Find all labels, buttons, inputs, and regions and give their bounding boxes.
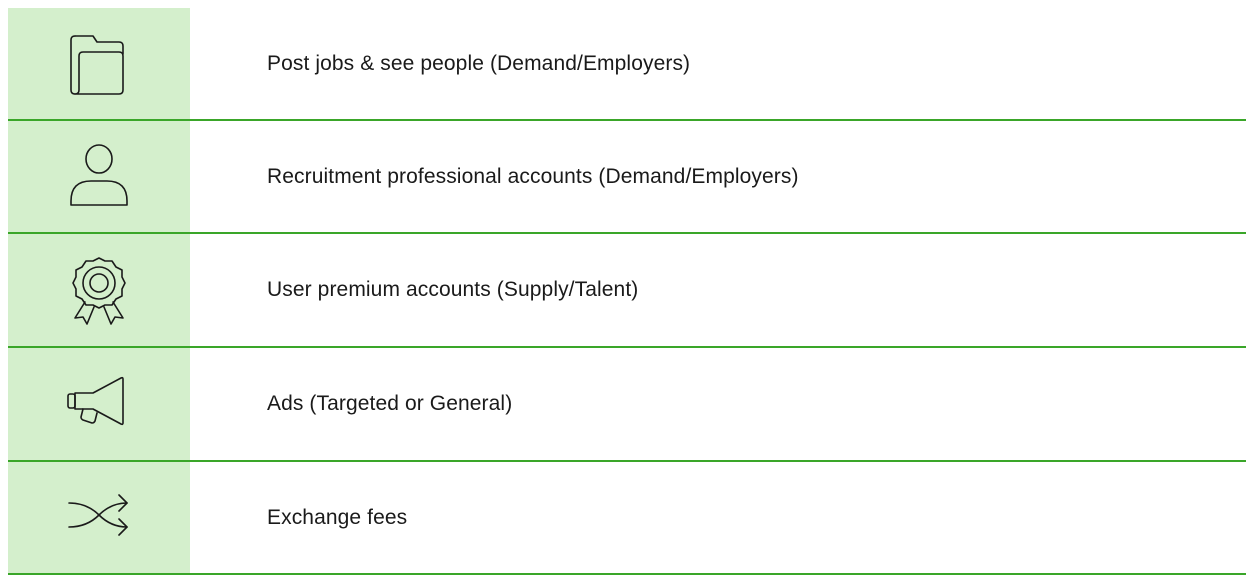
- folder-icon: [70, 34, 124, 95]
- icon-cell: [8, 348, 190, 460]
- list-item: Ads (Targeted or General): [8, 348, 1246, 462]
- icon-cell: [8, 234, 190, 346]
- icon-cell: [8, 121, 190, 232]
- list-item: Recruitment professional accounts (Deman…: [8, 121, 1246, 234]
- revenue-streams-list: Post jobs & see people (Demand/Employers…: [8, 8, 1246, 575]
- user-icon: [70, 143, 128, 206]
- megaphone-icon: [67, 376, 124, 426]
- list-item: User premium accounts (Supply/Talent): [8, 234, 1246, 348]
- list-item: Post jobs & see people (Demand/Employers…: [8, 8, 1246, 121]
- award-ribbon-icon: [72, 257, 126, 325]
- list-item-label: User premium accounts (Supply/Talent): [267, 278, 639, 301]
- list-item-label: Recruitment professional accounts (Deman…: [267, 164, 799, 188]
- list-item-label: Post jobs & see people (Demand/Employers…: [267, 51, 691, 75]
- list-item-label: Exchange fees: [267, 505, 408, 529]
- list-item-label: Ads (Targeted or General): [267, 392, 513, 415]
- icon-cell: [8, 462, 190, 573]
- shuffle-icon: [68, 493, 128, 536]
- list-item: Exchange fees: [8, 462, 1246, 575]
- icon-cell: [8, 8, 190, 119]
